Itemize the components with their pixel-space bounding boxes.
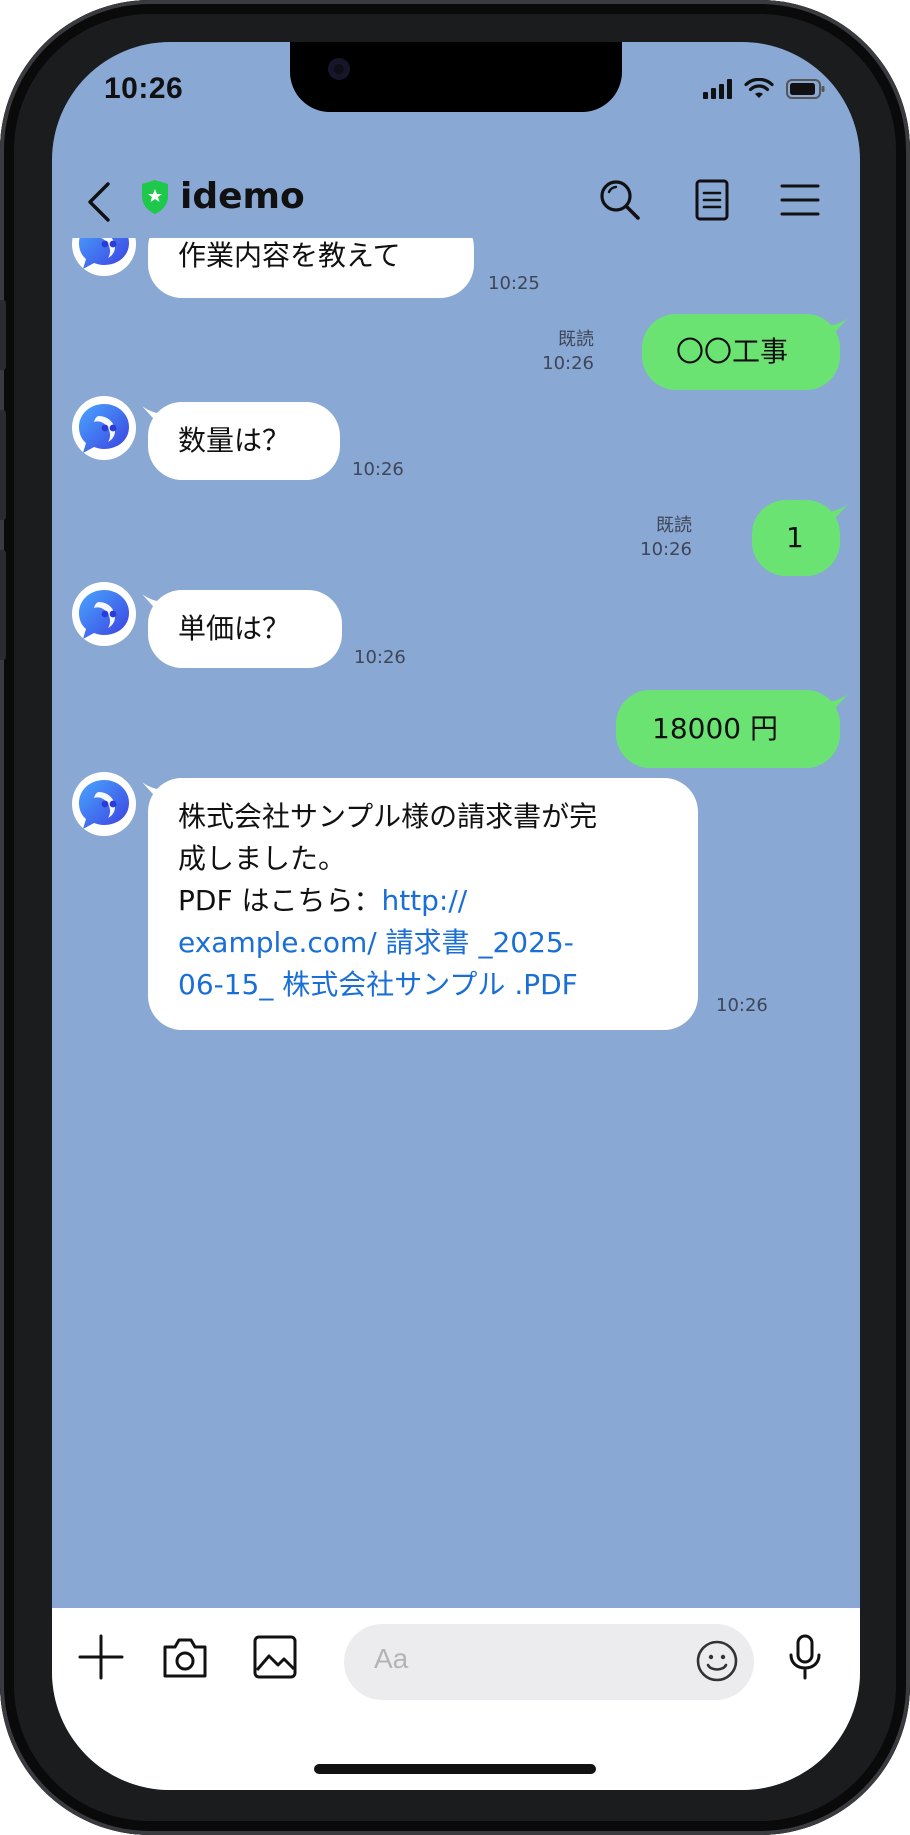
message-text: 18000 円 — [652, 712, 778, 745]
read-receipt: 既読 — [656, 515, 692, 536]
bot-avatar[interactable] — [72, 582, 136, 646]
bot-avatar[interactable] — [72, 238, 136, 276]
message-line: 成しました。 — [178, 842, 347, 875]
camera-icon[interactable] — [160, 1632, 210, 1682]
wifi-icon — [744, 78, 774, 98]
message-text: 数量は？ — [178, 424, 291, 457]
incoming-message[interactable]: 単価は？ — [142, 590, 342, 668]
outgoing-message[interactable]: 〇〇工事 — [642, 314, 848, 390]
read-receipt: 既読 — [558, 329, 594, 350]
screen: 10:26 idemo 作業内容を教えて 10:25 既読 10:26 〇〇工事… — [52, 42, 860, 1790]
message-text: 〇〇工事 — [676, 335, 789, 368]
chat-title: idemo — [180, 176, 305, 217]
message-text: 単価は？ — [178, 612, 291, 645]
emoji-icon[interactable] — [694, 1638, 740, 1684]
message-text: 作業内容を教えて — [178, 239, 401, 272]
phone-frame: 10:26 idemo 作業内容を教えて 10:25 既読 10:26 〇〇工事… — [0, 0, 910, 1835]
bubble-tail — [142, 594, 166, 616]
status-time: 10:26 — [104, 72, 184, 105]
chat-title-group[interactable]: idemo — [140, 176, 305, 217]
plus-icon[interactable] — [76, 1632, 126, 1682]
back-icon[interactable] — [80, 180, 120, 224]
incoming-message[interactable]: 株式会社サンプル様の請求書が完 成しました。 PDF はこちら：http:// … — [142, 778, 698, 1030]
status-icons — [703, 76, 826, 102]
bubble-tail — [824, 504, 848, 526]
volume-up-button — [0, 410, 6, 520]
battery-icon — [786, 79, 825, 99]
message-time: 10:26 — [354, 647, 406, 668]
message-time: 10:26 — [640, 539, 692, 560]
message-line: PDF はこちら： — [178, 884, 382, 917]
message-input-placeholder: Aa — [374, 1643, 409, 1674]
notes-icon[interactable] — [690, 178, 734, 222]
outgoing-message[interactable]: 1 — [752, 500, 848, 576]
pdf-link[interactable]: http:// — [381, 884, 467, 917]
microphone-icon[interactable] — [780, 1632, 830, 1682]
bubble-tail — [142, 406, 166, 428]
bubble-tail — [824, 694, 848, 716]
menu-icon[interactable] — [778, 178, 822, 222]
home-indicator[interactable] — [314, 1764, 596, 1774]
status-bar: 10:26 — [52, 42, 860, 142]
message-list[interactable]: 作業内容を教えて 10:25 既読 10:26 〇〇工事 数量は？ 10:26 … — [52, 238, 860, 1608]
image-icon[interactable] — [250, 1632, 300, 1682]
volume-down-button — [0, 550, 6, 660]
message-text: 1 — [786, 521, 804, 554]
message-time: 10:26 — [716, 995, 768, 1016]
pdf-link-line[interactable]: example.com/ 請求書 _2025- — [178, 922, 698, 964]
pdf-link-line[interactable]: 06-15_ 株式会社サンプル .PDF — [178, 964, 698, 1006]
silent-switch — [0, 300, 6, 370]
chat-header: idemo — [52, 150, 860, 250]
bubble-tail — [160, 238, 163, 240]
bubble-tail — [824, 318, 848, 340]
message-time: 10:25 — [488, 273, 540, 294]
message-time: 10:26 — [542, 353, 594, 374]
incoming-message[interactable]: 数量は？ — [142, 402, 340, 480]
bubble-tail — [142, 782, 166, 804]
incoming-message[interactable]: 作業内容を教えて — [148, 238, 474, 298]
front-camera — [328, 58, 350, 80]
message-line: 株式会社サンプル様の請求書が完 — [178, 800, 598, 833]
outgoing-message[interactable]: 18000 円 — [616, 690, 848, 768]
message-input[interactable]: Aa — [344, 1624, 754, 1700]
verified-shield-icon — [142, 179, 168, 214]
bot-avatar[interactable] — [72, 396, 136, 460]
search-icon[interactable] — [598, 178, 642, 222]
cellular-signal-icon — [703, 79, 732, 99]
message-time: 10:26 — [352, 459, 404, 480]
input-bar: Aa — [52, 1608, 860, 1790]
bot-avatar[interactable] — [72, 772, 136, 836]
